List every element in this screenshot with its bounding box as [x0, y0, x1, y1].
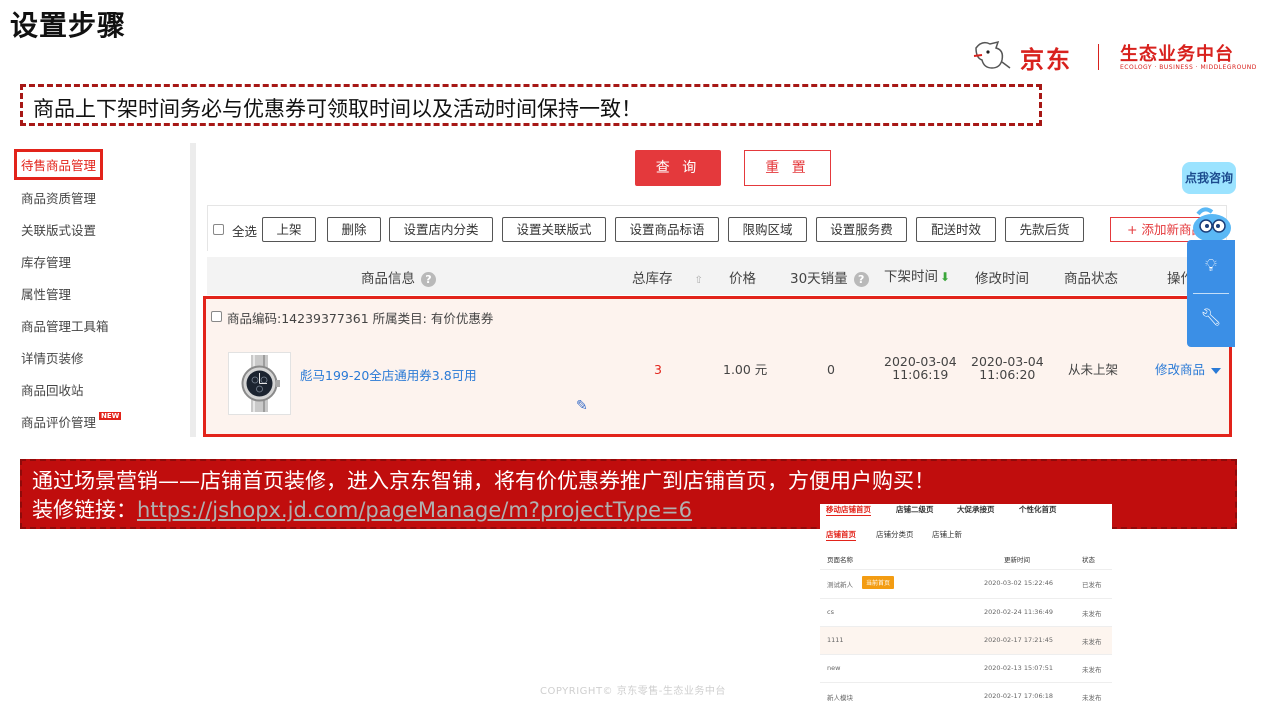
- current-home-badge: 当前首页: [862, 576, 895, 589]
- tab-mobile-home[interactable]: 移动店铺首页: [826, 504, 871, 516]
- floating-toolbar: 💡︎ 🔧︎: [1187, 240, 1235, 347]
- col-info: 商品信息?: [361, 267, 436, 287]
- sidebar: 待售商品管理 商品资质管理 关联版式设置 库存管理 属性管理 商品管理工具箱 详…: [10, 143, 196, 437]
- set-store-category-button[interactable]: 设置店内分类: [389, 217, 493, 242]
- inset-row[interactable]: 测试新人 当前首页 2020-03-02 15:22:46 已发布: [820, 569, 1112, 597]
- subtab-new[interactable]: 店铺上新: [932, 529, 962, 540]
- help-icon[interactable]: ?: [421, 271, 436, 287]
- jd-wordmark: 京东: [1020, 46, 1072, 74]
- offtime-value: 2020-03-04 11:06:19: [884, 354, 957, 382]
- inset-row[interactable]: cs 2020-02-24 11:36:49 未发布: [820, 598, 1112, 626]
- sort-icon[interactable]: ⇧: [695, 275, 703, 286]
- shop-page-manager-screenshot: 移动店铺首页 店铺二级页 大促承接页 个性化首页 店铺首页 店铺分类页 店铺上新…: [820, 504, 1112, 720]
- sidebar-item-reviews[interactable]: 商品评价管理 NEW: [21, 412, 122, 431]
- row-checkbox[interactable]: [211, 311, 222, 322]
- inset-row[interactable]: 1111 2020-02-17 17:21:45 未发布: [820, 626, 1112, 654]
- subtab-category[interactable]: 店铺分类页: [876, 529, 914, 540]
- help-icon[interactable]: ?: [853, 271, 869, 287]
- row-meta: 商品编码:14239377361 所属类目: 有价优惠券: [227, 311, 494, 326]
- edit-product-link[interactable]: 修改商品: [1155, 363, 1222, 376]
- mascot-icon[interactable]: [1190, 202, 1236, 244]
- notice-box: 商品上下架时间务必与优惠券可领取时间以及活动时间保持一致！: [20, 84, 1042, 126]
- sidebar-item-related-layout[interactable]: 关联版式设置: [21, 220, 96, 239]
- subtab-store-home[interactable]: 店铺首页: [826, 529, 856, 541]
- product-admin-screenshot: 待售商品管理 商品资质管理 关联版式设置 库存管理 属性管理 商品管理工具箱 详…: [10, 143, 1232, 441]
- sidebar-item-recycle-bin[interactable]: 商品回收站: [21, 380, 84, 399]
- product-name-link[interactable]: 彪马199-20全店通用券3.8可用: [300, 365, 477, 384]
- edit-pencil-icon[interactable]: ✎: [576, 398, 588, 414]
- select-all-checkbox[interactable]: [213, 224, 224, 235]
- sidebar-item-reviews-label: 商品评价管理: [21, 415, 97, 430]
- table-row: 商品编码:14239377361 所属类目: 有价优惠券 彪马199-20全店通…: [203, 296, 1232, 437]
- stock-value: 3: [654, 362, 662, 377]
- pay-before-delivery-button[interactable]: 先款后货: [1005, 217, 1084, 242]
- product-thumbnail[interactable]: [228, 352, 291, 415]
- sidebar-item-detail-decoration[interactable]: 详情页装修: [21, 348, 84, 367]
- sort-down-arrow-icon[interactable]: ⬇: [940, 270, 950, 284]
- tab-personalized-home[interactable]: 个性化首页: [1019, 504, 1057, 515]
- slide-title: 设置步骤: [10, 9, 127, 42]
- new-badge: NEW: [99, 412, 122, 420]
- eco-wordmark-en: ECOLOGY · BUSINESS · MIDDLEGROUND: [1120, 64, 1257, 71]
- status-value: 从未上架: [1068, 362, 1119, 377]
- sidebar-item-toolbox[interactable]: 商品管理工具箱: [21, 316, 109, 335]
- modtime-value: 2020-03-04 11:06:20: [971, 354, 1044, 382]
- table-header: 商品信息? 总库存 ⇧ 价格 30天销量? 下架时间 ⬇ 修改时间 商品状态 操作: [207, 257, 1227, 295]
- sidebar-item-attributes[interactable]: 属性管理: [21, 284, 71, 303]
- col-status: 商品状态: [1064, 271, 1118, 287]
- wrench-icon[interactable]: 🔧︎: [1187, 308, 1235, 328]
- brand-logo: 京东 生态业务中台 ECOLOGY · BUSINESS · MIDDLEGRO…: [972, 36, 1262, 76]
- jd-dog-logo-icon: [973, 40, 1011, 69]
- batch-toolbar: 全选 上架 删除 设置店内分类 设置关联版式 设置商品标语 限购区域 设置服务费…: [207, 205, 1227, 251]
- query-button[interactable]: 查 询: [635, 150, 721, 186]
- consult-bubble[interactable]: 点我咨询: [1182, 162, 1236, 194]
- col-price: 价格: [729, 271, 756, 287]
- purchase-limit-area-button[interactable]: 限购区域: [728, 217, 807, 242]
- select-all-label: 全选: [232, 224, 258, 239]
- col-stock[interactable]: 总库存 ⇧: [632, 267, 703, 287]
- reset-button[interactable]: 重 置: [744, 150, 831, 186]
- inset-row[interactable]: 新人模块 2020-02-17 17:06:18 未发布: [820, 682, 1112, 710]
- col-sales30: 30天销量?: [790, 267, 869, 287]
- banner-link-label: 装修链接：: [32, 498, 137, 522]
- price-value: 1.00 元: [723, 362, 768, 377]
- brand-divider: [1098, 44, 1099, 70]
- watch-image-icon: [241, 355, 280, 412]
- tab-secondary-page[interactable]: 店铺二级页: [896, 504, 934, 515]
- list-on-shelf-button[interactable]: 上架: [262, 217, 316, 242]
- tab-promo-page[interactable]: 大促承接页: [957, 504, 995, 515]
- sidebar-item-qualification[interactable]: 商品资质管理: [21, 188, 96, 207]
- inset-row[interactable]: new 2020-02-13 15:07:51 未发布: [820, 654, 1112, 682]
- decoration-link[interactable]: https://jshopx.jd.com/pageManage/m?proje…: [137, 498, 692, 522]
- set-service-fee-button[interactable]: 设置服务费: [816, 217, 907, 242]
- sidebar-item-inventory[interactable]: 库存管理: [21, 252, 71, 271]
- eco-wordmark: 生态业务中台: [1120, 44, 1234, 65]
- banner-line-1: 通过场景营销——店铺首页装修，进入京东智铺，将有价优惠券推广到店铺首页，方便用户…: [32, 469, 935, 493]
- copyright-footer: COPYRIGHT© 京东零售-生态业务中台: [540, 686, 726, 697]
- lightbulb-icon[interactable]: 💡︎: [1187, 256, 1235, 276]
- dropdown-caret-icon[interactable]: [1211, 367, 1222, 374]
- toolbar-divider: [1193, 293, 1229, 294]
- delete-button[interactable]: 删除: [327, 217, 381, 242]
- set-related-layout-button[interactable]: 设置关联版式: [502, 217, 606, 242]
- col-modtime: 修改时间: [975, 271, 1029, 287]
- sidebar-item-pending-goods[interactable]: 待售商品管理: [14, 149, 104, 180]
- col-offtime[interactable]: 下架时间 ⬇: [884, 265, 950, 285]
- delivery-time-button[interactable]: 配送时效: [916, 217, 996, 242]
- sales-value: 0: [827, 362, 835, 377]
- set-product-slogan-button[interactable]: 设置商品标语: [615, 217, 719, 242]
